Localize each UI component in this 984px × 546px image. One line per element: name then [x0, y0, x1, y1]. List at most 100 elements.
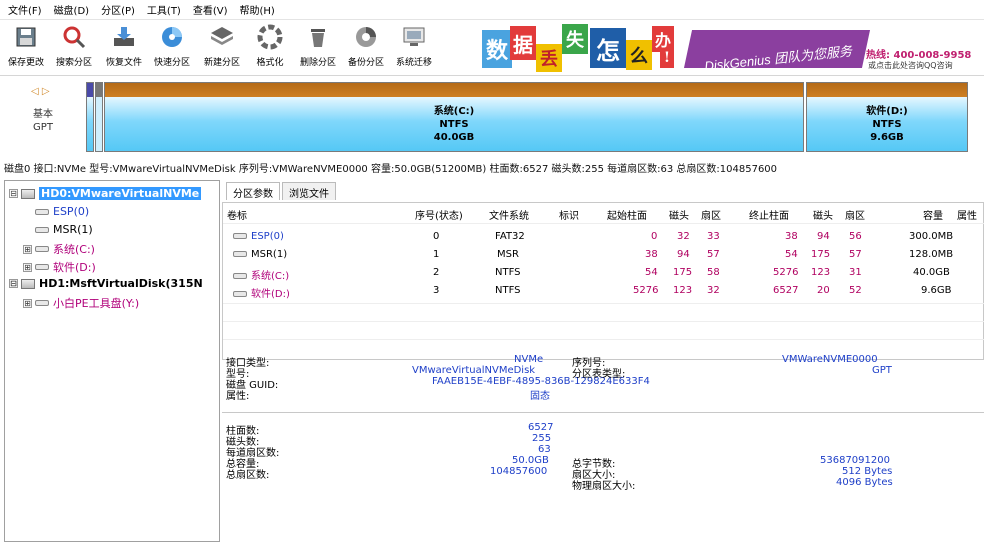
- menu-tools[interactable]: 工具(T): [147, 2, 181, 17]
- column-header[interactable]: 磁头: [813, 207, 833, 222]
- right-pane: 分区参数 浏览文件 卷标 序号(状态) 文件系统 标识 起始柱面 磁头 扇区 终…: [222, 180, 984, 546]
- recover-files-button[interactable]: 恢复文件: [102, 22, 146, 72]
- info-label: 属性:: [226, 391, 250, 402]
- info-value: 固态: [530, 391, 550, 402]
- table-cell: 1: [433, 249, 440, 260]
- table-cell: 57: [707, 249, 720, 260]
- tab-bar: 分区参数 浏览文件: [226, 182, 338, 200]
- info-value: 255: [532, 433, 552, 444]
- column-header[interactable]: 属性: [957, 207, 977, 222]
- expander-icon[interactable]: ⊞: [23, 244, 32, 254]
- tab-partition-params[interactable]: 分区参数: [226, 182, 280, 200]
- partition-table: 卷标 序号(状态) 文件系统 标识 起始柱面 磁头 扇区 终止柱面 磁头 扇区 …: [222, 202, 984, 360]
- table-cell: 94: [817, 231, 830, 242]
- expander-icon[interactable]: ⊟: [9, 279, 18, 288]
- quick-partition-button[interactable]: 快速分区: [150, 22, 194, 72]
- info-label: 分区表类型:: [572, 369, 626, 380]
- migrate-icon: [399, 22, 429, 52]
- backup-icon: [351, 22, 381, 52]
- column-header[interactable]: 序号(状态): [415, 207, 463, 222]
- partition-name: 系统(C:): [433, 106, 475, 117]
- menu-view[interactable]: 查看(V): [193, 2, 228, 17]
- ad-char: 据: [510, 26, 536, 60]
- partition-block-d[interactable]: 软件(D:) NTFS 9.6GB: [806, 82, 968, 152]
- ad-char: 失: [562, 24, 588, 54]
- menu-disk[interactable]: 磁盘(D): [54, 2, 90, 17]
- column-header[interactable]: 扇区: [701, 207, 721, 222]
- table-cell-label[interactable]: 系统(C:): [233, 267, 289, 282]
- table-cell: 94: [677, 249, 690, 260]
- table-cell: MSR: [497, 249, 519, 260]
- format-button[interactable]: 格式化: [248, 22, 292, 72]
- partition-icon: [35, 300, 49, 306]
- tree-item-hd1[interactable]: ⊟ HD1:MsftVirtualDisk(315N: [9, 277, 203, 290]
- disk-nav-arrows[interactable]: ◁ ▷: [31, 86, 50, 97]
- table-cell: 2: [433, 267, 440, 278]
- table-cell: 20: [817, 285, 830, 296]
- menu-help[interactable]: 帮助(H): [240, 2, 275, 17]
- partition-icon: [35, 264, 49, 270]
- partition-block-esp[interactable]: [86, 82, 94, 152]
- table-cell-label[interactable]: ESP(0): [233, 231, 284, 242]
- table-cell: 175: [811, 249, 831, 260]
- new-partition-button[interactable]: 新建分区: [200, 22, 244, 72]
- search-icon: [59, 22, 89, 52]
- expander-icon[interactable]: ⊟: [9, 189, 18, 198]
- backup-partition-button[interactable]: 备份分区: [344, 22, 388, 72]
- info-value: NVMe: [514, 354, 544, 365]
- menu-partition[interactable]: 分区(P): [101, 2, 135, 17]
- ad-qq-link[interactable]: 或点击此处咨询QQ咨询: [868, 60, 953, 71]
- table-cell: 5276: [773, 267, 799, 278]
- table-cell: FAT32: [495, 231, 525, 242]
- partition-icon: [233, 251, 247, 257]
- partition-block-msr[interactable]: [95, 82, 103, 152]
- info-value: GPT: [872, 365, 892, 376]
- table-cell: 31: [849, 267, 862, 278]
- tab-browse-files[interactable]: 浏览文件: [282, 182, 336, 200]
- column-header[interactable]: 起始柱面: [607, 207, 647, 222]
- table-cell: 3: [433, 285, 440, 296]
- partition-block-c[interactable]: 系统(C:) NTFS 40.0GB: [104, 82, 804, 152]
- column-header[interactable]: 磁头: [669, 207, 689, 222]
- tree-item-hd0[interactable]: ⊟ HD0:VMwareVirtualNVMe: [9, 187, 202, 200]
- table-cell: 54: [645, 267, 658, 278]
- column-header[interactable]: 终止柱面: [749, 207, 789, 222]
- table-cell-label[interactable]: 软件(D:): [233, 285, 290, 300]
- table-cell: 0: [651, 231, 658, 242]
- menu-bar: 文件(F) 磁盘(D) 分区(P) 工具(T) 查看(V) 帮助(H): [0, 0, 984, 20]
- table-cell: 32: [707, 285, 720, 296]
- disk-icon: [21, 278, 35, 289]
- table-cell-label[interactable]: MSR(1): [233, 249, 287, 260]
- tree-item-pe-y[interactable]: ⊞ 小白PE工具盘(Y:): [23, 295, 139, 311]
- partition-icon: [35, 246, 49, 252]
- quick-partition-icon: [157, 22, 187, 52]
- tree-item-esp[interactable]: ESP(0): [35, 205, 89, 218]
- tree-item-software-d[interactable]: ⊞ 软件(D:): [23, 259, 96, 275]
- table-cell: NTFS: [495, 267, 521, 278]
- column-header[interactable]: 文件系统: [489, 207, 529, 222]
- system-migrate-button[interactable]: 系统迁移: [392, 22, 436, 72]
- column-header[interactable]: 卷标: [227, 207, 247, 222]
- column-header[interactable]: 标识: [559, 207, 579, 222]
- search-partition-button[interactable]: 搜索分区: [52, 22, 96, 72]
- expander-icon[interactable]: ⊞: [23, 262, 32, 272]
- table-cell: 54: [785, 249, 798, 260]
- column-header[interactable]: 扇区: [845, 207, 865, 222]
- table-cell: 32: [677, 231, 690, 242]
- save-button[interactable]: 保存更改: [4, 22, 48, 72]
- new-partition-icon: [207, 22, 237, 52]
- partition-icon: [35, 208, 49, 215]
- disk-type: 基本 GPT: [33, 109, 53, 133]
- ad-banner[interactable]: 数 据 丢 失 怎 么 办 ! DiskGenius 团队为您服务 热线: 40…: [482, 22, 971, 74]
- info-value: 512 Bytes: [842, 466, 893, 477]
- tree-item-system-c[interactable]: ⊞ 系统(C:): [23, 241, 95, 257]
- tree-item-msr[interactable]: MSR(1): [35, 223, 93, 236]
- delete-partition-button[interactable]: 删除分区: [296, 22, 340, 72]
- partition-fs: NTFS: [439, 119, 469, 130]
- expander-icon[interactable]: ⊞: [23, 298, 32, 308]
- menu-file[interactable]: 文件(F): [8, 2, 42, 17]
- disk-tree: ⊟ HD0:VMwareVirtualNVMe ESP(0) MSR(1) ⊞ …: [4, 180, 220, 542]
- info-value: VMwareVirtualNVMeDisk: [412, 365, 536, 376]
- column-header[interactable]: 容量: [923, 207, 943, 222]
- table-cell: 58: [707, 267, 720, 278]
